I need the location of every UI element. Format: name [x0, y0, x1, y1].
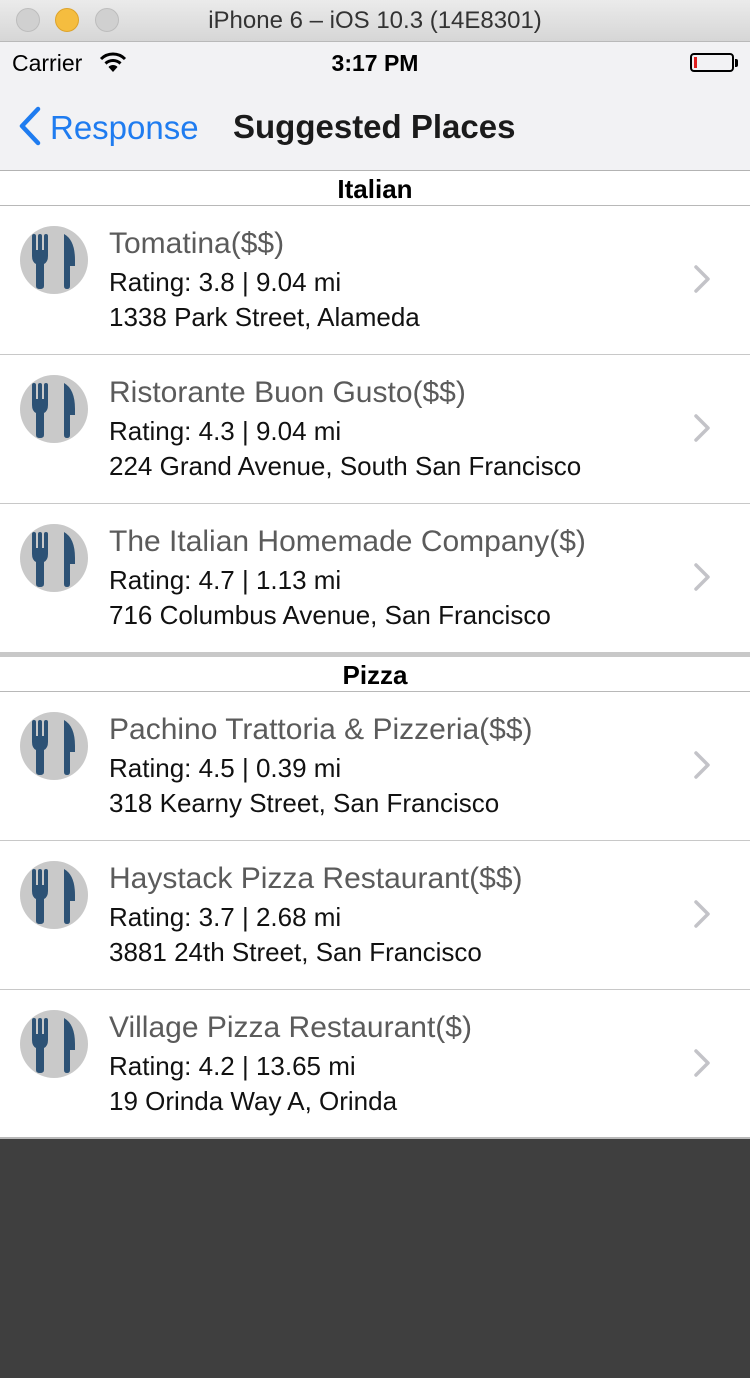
section-header-pizza: Pizza [0, 657, 750, 692]
restaurant-icon [20, 861, 88, 929]
back-button-label: Response [50, 109, 199, 146]
restaurant-name: Tomatina($$) [109, 227, 285, 260]
restaurant-icon [20, 226, 88, 294]
chevron-right-icon [692, 264, 712, 299]
restaurant-rating: Rating: 4.7 | 1.13 mi [109, 565, 342, 595]
restaurant-rating: Rating: 3.7 | 2.68 mi [109, 902, 342, 932]
restaurant-name: Pachino Trattoria & Pizzeria($$) [109, 713, 533, 746]
table-row[interactable]: Haystack Pizza Restaurant($$) Rating: 3.… [0, 841, 750, 990]
navigation-bar: Response Suggested Places [0, 84, 750, 171]
chevron-right-icon [692, 750, 712, 785]
restaurant-rating: Rating: 4.3 | 9.04 mi [109, 416, 342, 446]
places-table: Italian Tomatina($$) Rating: 3.8 | 9.04 … [0, 171, 750, 1139]
restaurant-icon [20, 524, 88, 592]
restaurant-address: 19 Orinda Way A, Orinda [109, 1086, 398, 1116]
restaurant-icon [20, 1010, 88, 1078]
window-title: iPhone 6 – iOS 10.3 (14E8301) [208, 7, 542, 34]
restaurant-address: 224 Grand Avenue, South San Francisco [109, 451, 582, 481]
restaurant-name: Ristorante Buon Gusto($$) [109, 376, 466, 409]
restaurant-name: Haystack Pizza Restaurant($$) [109, 862, 523, 895]
restaurant-rating: Rating: 4.2 | 13.65 mi [109, 1051, 356, 1081]
table-row[interactable]: Village Pizza Restaurant($) Rating: 4.2 … [0, 990, 750, 1139]
chevron-right-icon [692, 1048, 712, 1083]
restaurant-address: 716 Columbus Avenue, San Francisco [109, 600, 551, 630]
page-title: Suggested Places [233, 108, 516, 145]
table-row[interactable]: Tomatina($$) Rating: 3.8 | 9.04 mi 1338 … [0, 206, 750, 355]
restaurant-icon [20, 712, 88, 780]
battery-tip [735, 59, 738, 67]
restaurant-address: 318 Kearny Street, San Francisco [109, 788, 500, 818]
status-time: 3:17 PM [331, 50, 419, 76]
back-button[interactable]: Response [18, 106, 199, 150]
chevron-right-icon [692, 562, 712, 597]
table-row[interactable]: The Italian Homemade Company($) Rating: … [0, 504, 750, 653]
restaurant-rating: Rating: 4.5 | 0.39 mi [109, 753, 342, 783]
chevron-left-icon [18, 106, 42, 151]
section-header-italian: Italian [0, 171, 750, 206]
restaurant-address: 1338 Park Street, Alameda [109, 302, 420, 332]
chevron-right-icon [692, 413, 712, 448]
restaurant-icon [20, 375, 88, 443]
restaurant-rating: Rating: 3.8 | 9.04 mi [109, 267, 342, 297]
restaurant-name: The Italian Homemade Company($) [109, 525, 586, 558]
simulator-title-bar: iPhone 6 – iOS 10.3 (14E8301) [0, 0, 750, 42]
chevron-right-icon [692, 899, 712, 934]
restaurant-name: Village Pizza Restaurant($) [109, 1011, 472, 1044]
table-row[interactable]: Ristorante Buon Gusto($$) Rating: 4.3 | … [0, 355, 750, 504]
battery-icon [690, 53, 734, 72]
table-row[interactable]: Pachino Trattoria & Pizzeria($$) Rating:… [0, 692, 750, 841]
status-bar: Carrier 3:17 PM [0, 42, 750, 84]
restaurant-address: 3881 24th Street, San Francisco [109, 937, 482, 967]
